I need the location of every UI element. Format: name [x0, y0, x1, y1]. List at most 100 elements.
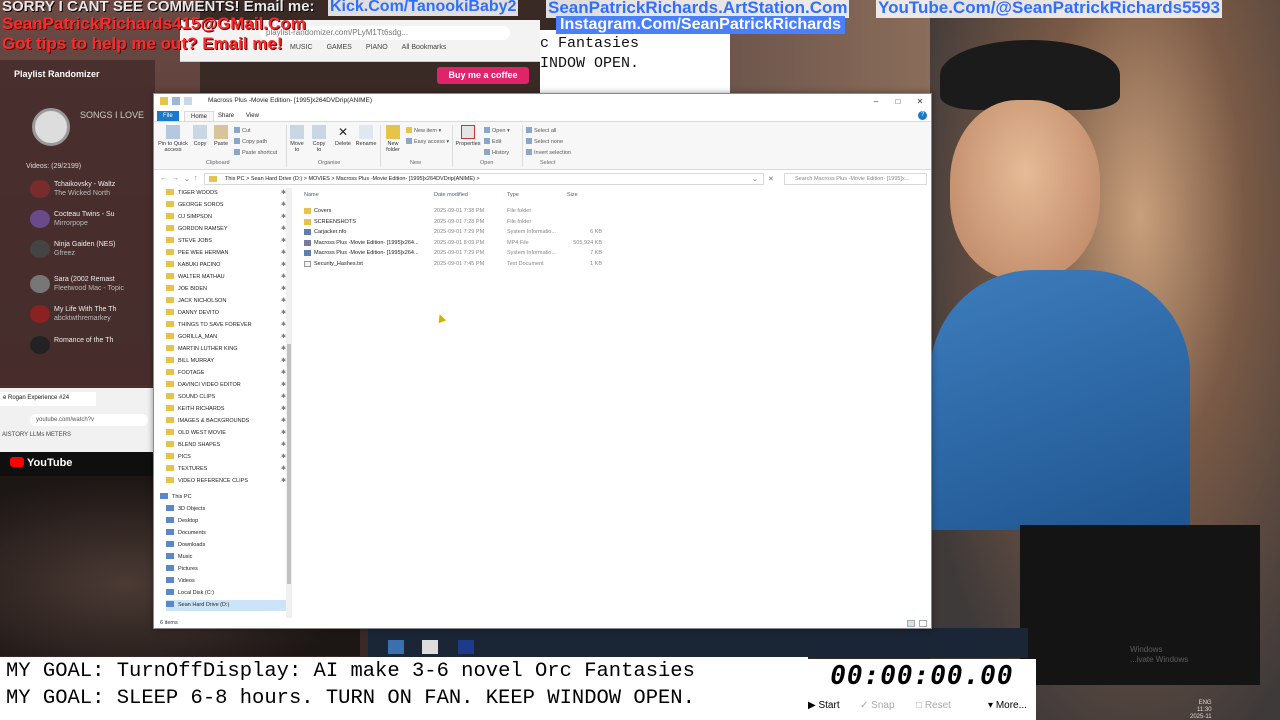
column-size[interactable]: Size	[567, 192, 578, 198]
browser-tab[interactable]: e Rogan Experience #24	[0, 392, 96, 406]
bookmark-music[interactable]: MUSIC	[290, 44, 313, 58]
playlist-item[interactable]: Sara (2002 Remast Fleetwood Mac - Topic	[30, 275, 155, 297]
minimize-button[interactable]: –	[866, 96, 886, 108]
refresh-icon[interactable]: ✕	[768, 175, 774, 183]
nav-scrollbar-thumb[interactable]	[287, 344, 291, 584]
copy-path-button[interactable]: Copy path	[234, 138, 267, 145]
nav-folder-item[interactable]: GORILLA_MAN ✱	[166, 332, 290, 343]
snap-button[interactable]: ✓ Snap	[860, 700, 895, 711]
nav-folder-item[interactable]: KEITH RICHARDS ✱	[166, 404, 290, 415]
playlist-item[interactable]: Romance of the Th	[30, 336, 155, 358]
file-row[interactable]: SCREENSHOTS 2025-09-01 7:28 PM File folder	[304, 217, 604, 227]
paste-shortcut-button[interactable]: Paste shortcut	[234, 149, 277, 156]
tab-file[interactable]: File	[157, 111, 179, 121]
browser-url[interactable]: youtube.com/watch?v	[30, 414, 148, 426]
properties-button[interactable]: Properties	[454, 125, 482, 147]
nav-folder-item[interactable]: BLEND SHAPES ✱	[166, 440, 290, 451]
breadcrumb[interactable]: This PC > Sean Hard Drive (D:) > MOVIES …	[225, 176, 480, 182]
nav-pc-item[interactable]: Pictures	[166, 564, 290, 575]
file-row[interactable]: Covers 2025-09-01 7:38 PM File folder	[304, 206, 604, 216]
file-row[interactable]: Security_Hashes.txt 2025-09-01 7:45 PM Tex…	[304, 259, 604, 269]
reset-button[interactable]: □ Reset	[916, 700, 951, 711]
nav-folder-item[interactable]: JACK NICHOLSON ✱	[166, 296, 290, 307]
nav-pc-item[interactable]: 3D Objects	[166, 504, 290, 515]
taskbar-app-icon[interactable]	[388, 640, 404, 654]
nav-pc-item[interactable]: Documents	[166, 528, 290, 539]
maximize-button[interactable]: □	[888, 96, 908, 108]
nav-folder-item[interactable]: GORDON RAMSEY ✱	[166, 224, 290, 235]
file-row[interactable]: Macross Plus -Movie Edition- [1995]x264.…	[304, 248, 604, 258]
large-icons-view-icon[interactable]	[919, 620, 927, 627]
nav-folder-item[interactable]: SOUND CLIPS ✱	[166, 392, 290, 403]
move-to-button[interactable]: Move to	[288, 125, 306, 153]
history-button[interactable]: History	[484, 149, 509, 156]
tab-share[interactable]: Share	[212, 111, 240, 121]
playlist-item[interactable]: Tchaikovsky - Waltz The Wicked North	[30, 180, 155, 202]
details-view-icon[interactable]	[907, 620, 915, 627]
nav-folder-item[interactable]: JOE BIDEN ✱	[166, 284, 290, 295]
youtube-icon[interactable]	[10, 457, 24, 467]
nav-pc-item[interactable]: Music	[166, 552, 290, 563]
start-button[interactable]: ▶ Start	[808, 700, 840, 711]
recent-chevron-icon[interactable]: ⌄	[184, 175, 190, 183]
column-type[interactable]: Type	[507, 192, 519, 198]
nav-folder-item[interactable]: WALTER MATHAU ✱	[166, 272, 290, 283]
cut-button[interactable]: Cut	[234, 127, 251, 134]
nav-folder-item[interactable]: FOOTAGE ✱	[166, 368, 290, 379]
copy-button[interactable]: Copy	[192, 125, 208, 147]
nav-folder-item[interactable]: VIDEO REFERENCE CLIPS ✱	[166, 476, 290, 487]
playlist-item[interactable]: Ninja Gaiden (NES) Gfreez	[30, 240, 155, 262]
nav-folder-item[interactable]: DAVINCI VIDEO EDITOR ✱	[166, 380, 290, 391]
easy-access-button[interactable]: Easy access ▾	[406, 138, 449, 145]
taskbar-file-icon[interactable]	[422, 640, 438, 654]
up-arrow-icon[interactable]: ↑	[194, 175, 198, 182]
nav-folder-item[interactable]: PICS ✱	[166, 452, 290, 463]
nav-pc-item[interactable]: Desktop	[166, 516, 290, 527]
column-name[interactable]: Name	[304, 192, 319, 198]
taskbar-terminal-icon[interactable]	[458, 640, 474, 654]
column-date[interactable]: Date modified	[434, 192, 468, 198]
nav-folder-item[interactable]: GEORGE SOROS ✱	[166, 200, 290, 211]
pin-quick-access-button[interactable]: Pin to Quick access	[156, 125, 190, 153]
playlist-item[interactable]: My Life With The Th abcktwthremarkey	[30, 305, 155, 327]
close-button[interactable]: ✕	[910, 96, 930, 108]
title-bar[interactable]: Macross Plus -Movie Edition- [1995]x264D…	[154, 94, 931, 110]
new-folder-icon[interactable]	[184, 97, 192, 105]
new-item-button[interactable]: New item ▾	[406, 127, 441, 134]
nav-folder-item[interactable]: THINGS TO SAVE FOREVER ✱	[166, 320, 290, 331]
playlist-item[interactable]: Cocteau Twins - Su Mirrorpope	[30, 210, 155, 232]
properties-icon[interactable]	[172, 97, 180, 105]
paste-button[interactable]: Paste	[212, 125, 230, 147]
nav-folder-item[interactable]: DANNY DEVITO ✱	[166, 308, 290, 319]
bookmark-all[interactable]: All Bookmarks	[402, 44, 447, 58]
new-folder-button[interactable]: New folder	[382, 125, 404, 153]
nav-pc-item[interactable]: Videos	[166, 576, 290, 587]
system-tray-clock[interactable]: ENG 11:30 2025-11	[1190, 700, 1212, 720]
select-none-button[interactable]: Select none	[526, 138, 563, 145]
invert-selection-button[interactable]: Invert selection	[526, 149, 571, 156]
buy-coffee-button[interactable]: Buy me a coffee	[437, 67, 529, 84]
nav-folder-item[interactable]: BILL MURRAY ✱	[166, 356, 290, 367]
nav-pc-item[interactable]: Downloads	[166, 540, 290, 551]
nav-folder-item[interactable]: STEVE JOBS ✱	[166, 236, 290, 247]
back-arrow-icon[interactable]: ←	[160, 175, 167, 182]
nav-pc-item[interactable]: Sean Hard Drive (D:)	[166, 600, 290, 611]
nav-this-pc[interactable]: This PC	[160, 492, 284, 503]
help-icon[interactable]: ?	[918, 111, 927, 120]
youtube-wordmark[interactable]: YouTube	[27, 457, 72, 469]
forward-arrow-icon[interactable]: →	[172, 175, 179, 182]
nav-pc-item[interactable]: Local Disk (C:)	[166, 588, 290, 599]
bookmark-piano[interactable]: PIANO	[366, 44, 388, 58]
address-bar[interactable]: This PC > Sean Hard Drive (D:) > MOVIES …	[204, 173, 764, 185]
nav-folder-item[interactable]: PEE WEE HERMAN ✱	[166, 248, 290, 259]
nav-folder-item[interactable]: MARTIN LUTHER KING ✱	[166, 344, 290, 355]
nav-folder-item[interactable]: KABUKI PACINO ✱	[166, 260, 290, 271]
bookmark-games[interactable]: GAMES	[327, 44, 352, 58]
edit-button[interactable]: Edit	[484, 138, 501, 145]
nav-folder-item[interactable]: OLD WEST MOVIE ✱	[166, 428, 290, 439]
select-all-button[interactable]: Select all	[526, 127, 556, 134]
delete-button[interactable]: ✕ Delete	[333, 125, 353, 147]
file-row[interactable]: Carjacker.nfo 2025-09-01 7:29 PM System In…	[304, 227, 604, 237]
address-dropdown-icon[interactable]: ⌄	[752, 175, 758, 183]
open-button[interactable]: Open ▾	[484, 127, 510, 134]
